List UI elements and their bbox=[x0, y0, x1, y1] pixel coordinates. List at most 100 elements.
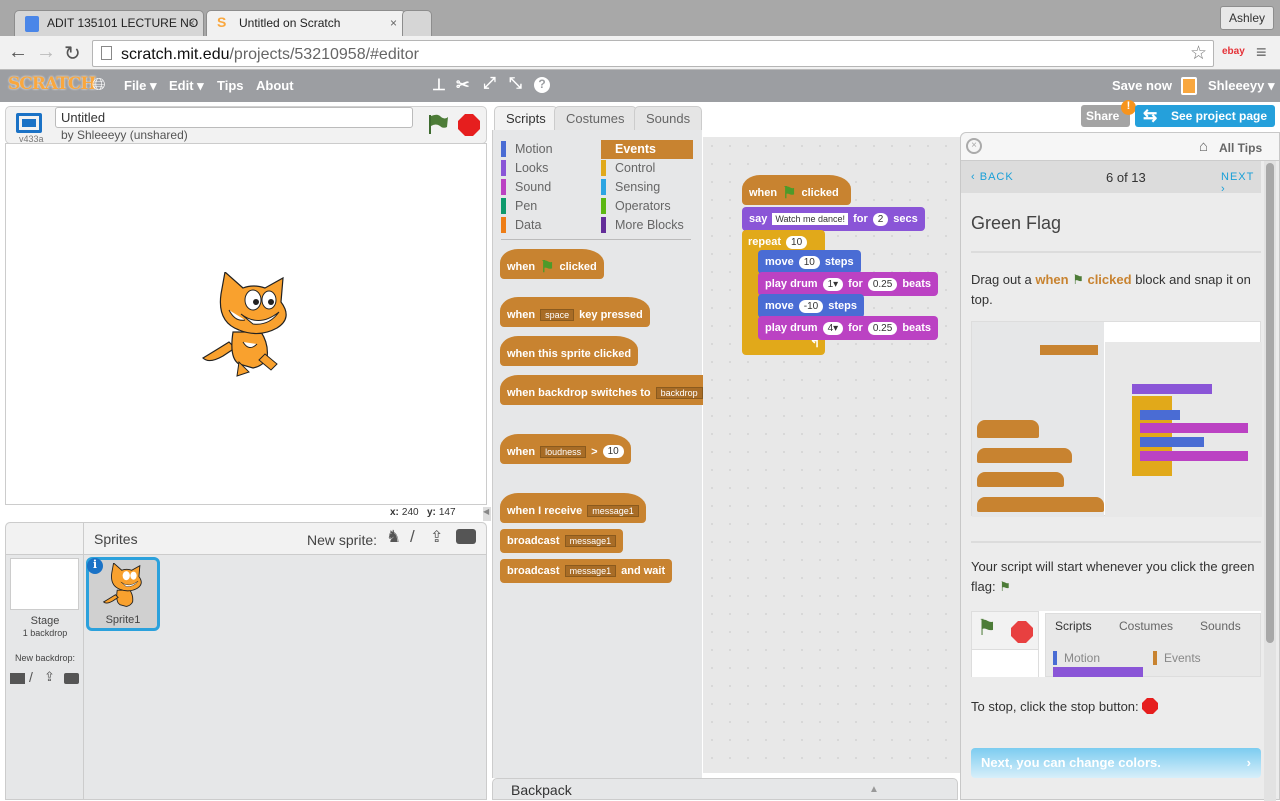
message-dropdown[interactable]: message1 bbox=[564, 535, 617, 547]
stage-selector[interactable]: Stage 1 backdrop New backdrop: / ⇪ bbox=[6, 523, 84, 799]
close-tips-icon[interactable]: × bbox=[966, 138, 982, 154]
user-menu[interactable]: Shleeeyy ▾ bbox=[1208, 78, 1275, 94]
drum-dropdown[interactable]: 1▾ bbox=[822, 277, 844, 291]
menu-edit[interactable]: Edit ▾ bbox=[169, 78, 204, 94]
tips-back-button[interactable]: ‹ BACK bbox=[971, 171, 1014, 183]
drum-dropdown[interactable]: 4▾ bbox=[822, 321, 844, 335]
see-project-page-button[interactable]: ⇆ See project page bbox=[1135, 105, 1275, 127]
backdrop-dropdown[interactable]: backdrop bbox=[655, 386, 703, 399]
script-say-for-secs[interactable]: say Watch me dance! for 2 secs bbox=[742, 207, 925, 231]
block-when-sprite-clicked[interactable]: when this sprite clicked bbox=[500, 336, 639, 366]
category-more-blocks[interactable]: More Blocks bbox=[601, 216, 693, 235]
stage-thumbnail[interactable] bbox=[10, 558, 79, 610]
category-operators[interactable]: Operators bbox=[601, 197, 693, 216]
shrink-icon[interactable]: ⤡ bbox=[509, 75, 522, 93]
menu-file[interactable]: File ▾ bbox=[124, 78, 157, 94]
script-area[interactable]: when ⚑ clicked say Watch me dance! for 2 secs … bbox=[703, 137, 960, 773]
close-tab-icon[interactable]: × bbox=[390, 16, 397, 30]
paint-backdrop-icon[interactable]: / bbox=[29, 669, 33, 685]
green-flag-icon[interactable] bbox=[426, 112, 450, 136]
secs-input[interactable]: 2 bbox=[872, 212, 889, 226]
url-path: /projects/53210958/#editor bbox=[229, 46, 419, 63]
cat-sprite[interactable] bbox=[199, 272, 297, 378]
category-events[interactable]: Events bbox=[601, 140, 693, 159]
my-stuff-icon[interactable] bbox=[1181, 77, 1197, 95]
paint-brush-icon[interactable]: / bbox=[410, 527, 415, 547]
script-move-steps[interactable]: move -10 steps bbox=[758, 294, 864, 318]
category-motion[interactable]: Motion bbox=[501, 140, 593, 159]
beats-input[interactable]: 0.25 bbox=[867, 277, 898, 291]
category-sound[interactable]: Sound bbox=[501, 178, 593, 197]
all-tips-link[interactable]: All Tips bbox=[1219, 141, 1262, 155]
script-move-steps[interactable]: move 10 steps bbox=[758, 250, 861, 274]
category-control[interactable]: Control bbox=[601, 159, 693, 178]
forward-icon[interactable]: → bbox=[36, 41, 56, 64]
menu-about[interactable]: About bbox=[256, 78, 294, 93]
reload-icon[interactable]: ↻ bbox=[64, 41, 81, 66]
tab-sounds[interactable]: Sounds bbox=[634, 106, 703, 132]
language-globe-icon[interactable]: 🌐︎ bbox=[92, 75, 106, 95]
upload-backdrop-icon[interactable]: ⇪ bbox=[44, 669, 55, 685]
block-when-backdrop-switches[interactable]: when backdrop switches to backdrop bbox=[500, 375, 710, 405]
category-data[interactable]: Data bbox=[501, 216, 593, 235]
script-play-drum[interactable]: play drum 4▾ for 0.25 beats bbox=[758, 316, 939, 340]
stage-canvas[interactable] bbox=[5, 143, 487, 505]
new-tab-button[interactable] bbox=[402, 10, 432, 36]
block-when-key-pressed[interactable]: when space key pressed bbox=[500, 297, 650, 327]
home-icon[interactable]: ⌂ bbox=[1199, 138, 1208, 155]
cut-scissors-icon[interactable]: ✂ bbox=[456, 75, 469, 95]
block-broadcast[interactable]: broadcast message1 bbox=[500, 529, 624, 553]
message-dropdown[interactable]: message1 bbox=[564, 565, 617, 577]
block-when-flag-clicked[interactable]: when ⚑ clicked bbox=[500, 249, 604, 279]
back-icon[interactable]: ← bbox=[8, 41, 28, 64]
scratch-logo[interactable]: SCRATCH bbox=[8, 74, 96, 94]
sensor-dropdown[interactable]: loudness bbox=[540, 445, 587, 458]
script-when-flag-clicked[interactable]: when ⚑ clicked bbox=[742, 175, 851, 205]
steps-input[interactable]: 10 bbox=[798, 255, 820, 269]
block-when-i-receive[interactable]: when I receive message1 bbox=[500, 493, 646, 523]
presentation-mode-icon[interactable] bbox=[16, 113, 42, 133]
script-play-drum[interactable]: play drum 1▾ for 0.25 beats bbox=[758, 272, 939, 296]
tips-scrollbar[interactable] bbox=[1264, 161, 1276, 801]
duplicate-stamp-icon[interactable]: ⊥ bbox=[432, 75, 446, 95]
grow-icon[interactable]: ⤢ bbox=[483, 75, 496, 93]
category-looks[interactable]: Looks bbox=[501, 159, 593, 178]
block-when-loudness[interactable]: when loudness >10 bbox=[500, 434, 631, 464]
url-bar[interactable]: scratch.mit.edu/projects/53210958/#edito… bbox=[92, 40, 1214, 67]
message-dropdown[interactable]: message1 bbox=[587, 504, 639, 517]
category-pen[interactable]: Pen bbox=[501, 197, 593, 216]
backdrop-library-icon[interactable] bbox=[10, 673, 25, 684]
profile-button[interactable]: Ashley bbox=[1219, 6, 1274, 30]
value-input[interactable]: 10 bbox=[602, 445, 624, 458]
camera-backdrop-icon[interactable] bbox=[64, 673, 79, 684]
tab-costumes[interactable]: Costumes bbox=[554, 106, 637, 132]
share-button[interactable]: Share ! bbox=[1081, 100, 1136, 127]
key-dropdown[interactable]: space bbox=[540, 308, 575, 321]
backpack-bar[interactable]: Backpack ▲ bbox=[492, 778, 958, 800]
upload-icon[interactable]: ⇪ bbox=[430, 527, 443, 547]
menu-tips[interactable]: Tips bbox=[217, 78, 244, 93]
camera-icon[interactable] bbox=[456, 529, 476, 544]
sprite-thumbnail[interactable]: i Sprite1 bbox=[86, 557, 160, 631]
choose-sprite-library-icon[interactable]: ♞ bbox=[386, 527, 401, 547]
browser-tab[interactable]: ADIT 135101 LECTURE NO × bbox=[14, 10, 204, 36]
save-now-button[interactable]: Save now bbox=[1112, 78, 1172, 93]
ebay-extension-icon[interactable]: ebay bbox=[1222, 46, 1245, 57]
bookmark-star-icon[interactable]: ☆ bbox=[1190, 42, 1207, 65]
tips-next-button[interactable]: NEXT › bbox=[1221, 171, 1261, 195]
say-text-input[interactable]: Watch me dance! bbox=[772, 213, 849, 225]
steps-input[interactable]: -10 bbox=[798, 299, 824, 313]
next-tip-button[interactable]: Next, you can change colors. › bbox=[971, 748, 1261, 778]
menu-icon[interactable]: ≡ bbox=[1256, 42, 1267, 63]
expand-up-icon[interactable]: ▲ bbox=[869, 784, 879, 795]
collapse-stage-icon[interactable]: ◀ bbox=[483, 507, 491, 521]
repeat-count-input[interactable]: 10 bbox=[786, 235, 808, 249]
category-sensing[interactable]: Sensing bbox=[601, 178, 693, 197]
project-title-input[interactable] bbox=[55, 107, 413, 128]
stop-sign-icon[interactable] bbox=[458, 114, 480, 136]
browser-tab-active[interactable]: S Untitled on Scratch × bbox=[206, 10, 406, 36]
close-tab-icon[interactable]: × bbox=[188, 16, 195, 30]
help-icon[interactable]: ? bbox=[534, 77, 550, 93]
beats-input[interactable]: 0.25 bbox=[867, 321, 898, 335]
block-broadcast-and-wait[interactable]: broadcast message1 and wait bbox=[500, 559, 673, 583]
